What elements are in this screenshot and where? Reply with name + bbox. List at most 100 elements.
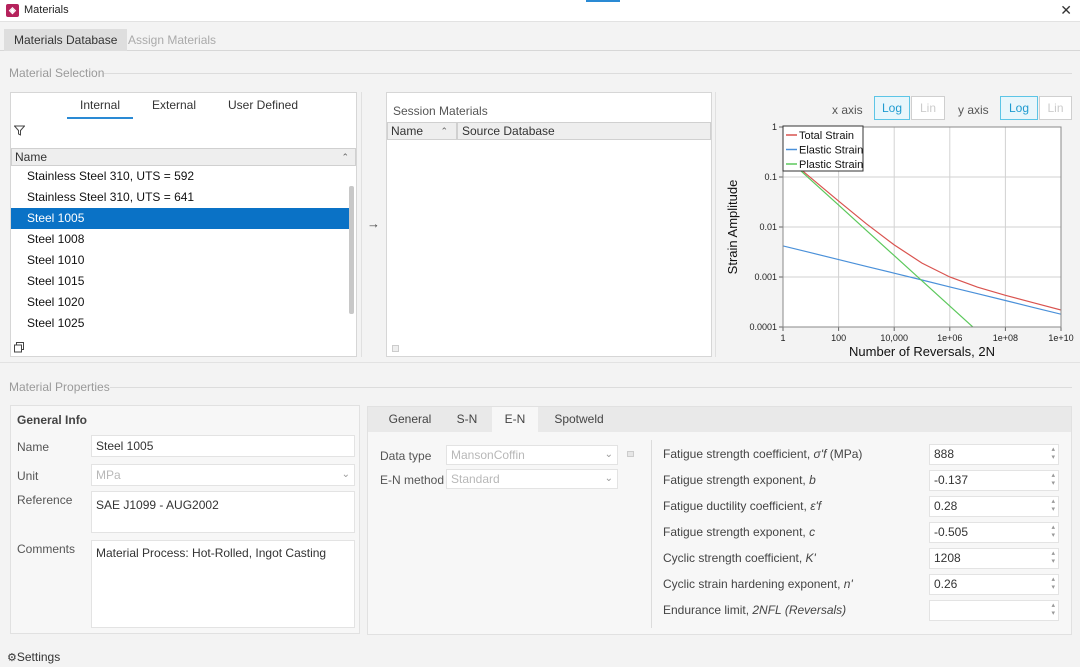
en-param-input[interactable]: 0.28 ▴ ▾ <box>929 496 1059 517</box>
chart-x-axis-label: Number of Reversals, 2N <box>849 344 995 359</box>
en-param-symbol: 2NFL (Reversals) <box>752 603 847 617</box>
en-param-unit: (MPa) <box>826 447 863 461</box>
tab-spotweld[interactable]: Spotweld <box>544 407 614 431</box>
close-icon[interactable]: ✕ <box>1060 2 1072 19</box>
en-param-label-text: Endurance limit, <box>663 603 753 617</box>
y-axis-lin-button[interactable]: Lin <box>1039 96 1072 120</box>
en-param-label: Endurance limit, 2NFL (Reversals) <box>663 603 846 617</box>
legend-label: Elastic Strain <box>799 145 863 157</box>
lock-icon <box>627 451 634 457</box>
data-type-label: Data type <box>380 449 432 463</box>
en-param-value: 888 <box>934 447 955 461</box>
chart-y-axis-label: Strain Amplitude <box>725 180 740 275</box>
general-info-heading: General Info <box>17 413 88 427</box>
x-tick-label: 1e+10 <box>1048 333 1073 343</box>
en-param-input[interactable]: -0.505 ▴ ▾ <box>929 522 1059 543</box>
material-item[interactable]: Steel 1015 <box>11 271 354 292</box>
en-method-select[interactable]: Standard ⌄ <box>446 469 618 489</box>
name-column-header[interactable]: Name ⌃ <box>11 148 356 166</box>
main-tab-bar: Materials Database Assign Materials <box>0 26 1080 51</box>
window-title: Materials <box>24 4 69 16</box>
settings-label: Settings <box>16 650 61 664</box>
spinner-icon[interactable]: ▴ ▾ <box>1051 446 1055 462</box>
sort-asc-icon: ⌃ <box>341 152 349 162</box>
tab-internal[interactable]: Internal <box>67 93 133 119</box>
en-param-input[interactable]: 1208 ▴ ▾ <box>929 548 1059 569</box>
reference-input[interactable]: SAE J1099 - AUG2002 <box>91 491 355 533</box>
en-param-input[interactable]: ▴ ▾ <box>929 600 1059 621</box>
en-param-label-text: Fatigue strength exponent, <box>663 525 810 539</box>
unit-label: Unit <box>17 469 39 483</box>
data-type-select[interactable]: MansonCoffin ⌄ <box>446 445 618 465</box>
app-logo-icon: ◈ <box>6 4 19 17</box>
y-tick-label: 0.1 <box>764 172 777 182</box>
session-name-column-header[interactable]: Name ⌃ <box>387 122 457 140</box>
y-tick-label: 0.0001 <box>749 322 777 332</box>
en-param-label: Fatigue strength exponent, b <box>663 473 816 487</box>
x-axis-log-button[interactable]: Log <box>874 96 910 120</box>
material-item[interactable]: Steel 1020 <box>11 292 354 313</box>
spinner-icon[interactable]: ▴ ▾ <box>1051 550 1055 566</box>
en-param-input[interactable]: -0.137 ▴ ▾ <box>929 470 1059 491</box>
x-tick-label: 1e+06 <box>937 333 962 343</box>
panel-separator <box>715 92 716 357</box>
x-axis-label: x axis <box>832 103 863 117</box>
material-name-input[interactable]: Steel 1005 <box>91 435 355 457</box>
unit-value: MPa <box>96 468 121 482</box>
list-scrollbar[interactable] <box>349 186 354 314</box>
en-param-input[interactable]: 0.26 ▴ ▾ <box>929 574 1059 595</box>
spinner-icon[interactable]: ▴ ▾ <box>1051 498 1055 514</box>
en-param-label-text: Fatigue strength coefficient, <box>663 447 814 461</box>
en-param-value: 0.28 <box>934 499 958 513</box>
x-axis-lin-button[interactable]: Lin <box>911 96 945 120</box>
en-param-input[interactable]: 888 ▴ ▾ <box>929 444 1059 465</box>
material-item[interactable]: Steel 1025 <box>11 313 354 334</box>
tab-materials-database[interactable]: Materials Database <box>4 29 128 51</box>
material-item-selected[interactable]: Steel 1005 <box>11 208 354 229</box>
y-tick-label: 1 <box>772 122 777 132</box>
spinner-icon[interactable]: ▴ ▾ <box>1051 576 1055 592</box>
en-param-symbol: σ'f <box>813 447 827 461</box>
comments-label: Comments <box>17 542 76 556</box>
unit-select[interactable]: MPa ⌄ <box>91 464 355 486</box>
copy-icon[interactable] <box>14 342 25 356</box>
x-tick-label: 1e+08 <box>993 333 1018 343</box>
chevron-down-icon: ⌄ <box>341 469 350 480</box>
settings-button[interactable]: ⚙Settings <box>7 650 60 664</box>
material-item[interactable]: Stainless Steel 310, UTS = 592 <box>11 166 354 187</box>
tab-external[interactable]: External <box>141 93 207 117</box>
y-axis-log-button[interactable]: Log <box>1000 96 1038 120</box>
add-to-session-arrow-icon[interactable]: → <box>367 216 380 231</box>
tab-s-n[interactable]: S-N <box>444 407 490 431</box>
chevron-down-icon: ⌄ <box>604 449 613 460</box>
material-item[interactable]: Steel 1008 <box>11 229 354 250</box>
en-param-label-text: Fatigue ductility coefficient, <box>663 499 811 513</box>
en-param-label: Cyclic strength coefficient, K' <box>663 551 816 565</box>
delete-icon[interactable] <box>392 345 399 352</box>
tab-e-n[interactable]: E-N <box>492 407 538 432</box>
en-param-label: Cyclic strain hardening exponent, n' <box>663 577 853 591</box>
material-item[interactable]: Steel 1010 <box>11 250 354 271</box>
comments-textarea[interactable]: Material Process: Hot-Rolled, Ingot Cast… <box>91 540 355 628</box>
tab-assign-materials[interactable]: Assign Materials <box>118 29 226 51</box>
session-materials-panel: Session Materials Name ⌃ Source Database <box>386 92 712 357</box>
en-param-label-text: Cyclic strength coefficient, <box>663 551 806 565</box>
filter-icon[interactable] <box>13 125 26 139</box>
source-database-column-header[interactable]: Source Database <box>457 122 711 140</box>
tab-general[interactable]: General <box>380 407 440 431</box>
section-divider <box>110 387 1072 388</box>
spinner-icon[interactable]: ▴ ▾ <box>1051 524 1055 540</box>
material-item[interactable]: Stainless Steel 310, UTS = 641 <box>11 187 354 208</box>
x-tick-label: 10,000 <box>880 333 908 343</box>
spinner-icon[interactable]: ▴ ▾ <box>1051 602 1055 618</box>
en-param-label-text: Fatigue strength exponent, <box>663 473 810 487</box>
spinner-icon[interactable]: ▴ ▾ <box>1051 472 1055 488</box>
name-label: Name <box>17 440 50 454</box>
sort-asc-icon: ⌃ <box>440 126 448 136</box>
strain-life-chart: 1 100 10,000 1e+06 1e+08 1e+10 1 0.1 0.01 0.001 0.… <box>725 122 1074 359</box>
section-divider <box>0 362 1080 363</box>
material-properties-heading: Material Properties <box>9 380 110 394</box>
y-tick-label: 0.001 <box>754 272 777 282</box>
en-param-value: -0.505 <box>934 525 969 539</box>
tab-user-defined[interactable]: User Defined <box>219 93 307 117</box>
